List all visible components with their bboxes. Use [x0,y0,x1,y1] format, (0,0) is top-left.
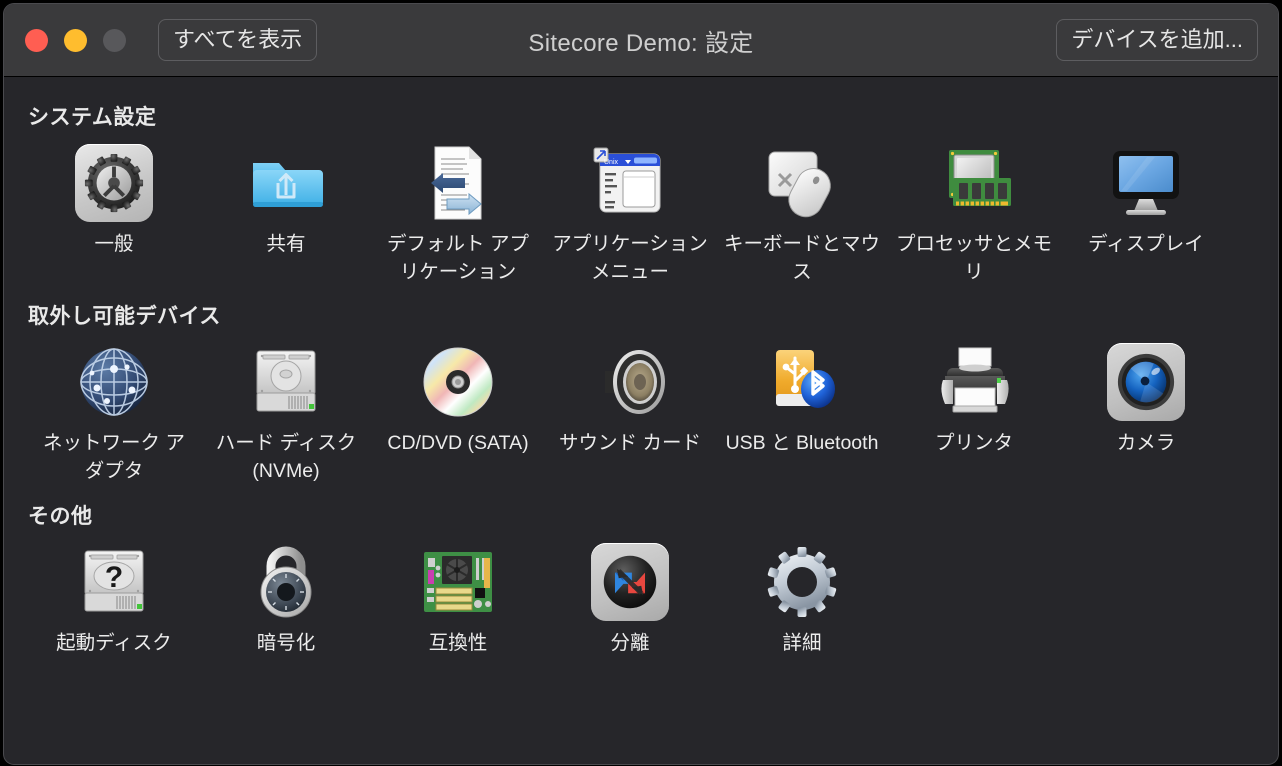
section-title-system-settings: システム設定 [28,106,157,129]
settings-item-default-applications[interactable]: デフォルト アプリケーション [372,143,544,286]
section-title-other: その他 [28,504,93,528]
settings-item-advanced[interactable]: 詳細 [716,542,888,658]
section-system-settings: システム設定 一般 共有 デフォルト アプリケーション Unix アプリケーショ… [28,101,1254,286]
settings-item-label: ハード ディスク (NVMe) [215,432,357,483]
close-button[interactable] [25,28,48,52]
network-adapter-icon [74,342,154,422]
settings-content: システム設定 一般 共有 デフォルト アプリケーション Unix アプリケーショ… [4,77,1278,764]
settings-item-general[interactable]: 一般 [28,143,200,286]
settings-item-usb-bluetooth[interactable]: USB と Bluetooth [716,342,888,485]
isolation-icon [590,542,670,622]
settings-item-sound-card[interactable]: サウンド カード [544,342,716,485]
settings-item-hard-disk[interactable]: ハード ディスク (NVMe) [200,342,372,485]
window-titlebar: すべてを表示 Sitecore Demo: 設定 デバイスを追加... [4,4,1278,77]
settings-item-printer[interactable]: プリンタ [888,342,1060,485]
advanced-gear-icon [762,542,842,622]
settings-item-label: プロセッサとメモリ [895,233,1052,283]
settings-item-label: CD/DVD (SATA) [387,432,529,455]
settings-item-label: デフォルト アプリケーション [387,233,529,283]
settings-item-network-adapter[interactable]: ネットワーク アダプタ [28,342,200,485]
settings-item-label: 詳細 [782,631,822,654]
show-all-button[interactable]: すべてを表示 [158,19,318,61]
settings-item-label: ディスプレイ [1088,233,1204,255]
settings-item-label: キーボードとマウス [723,233,880,283]
settings-item-label: 分離 [610,631,650,654]
settings-item-sharing[interactable]: 共有 [200,143,372,286]
traffic-light-group [25,28,126,52]
settings-item-label: 暗号化 [256,631,316,654]
svg-text:Unix: Unix [604,159,619,166]
settings-item-compatibility[interactable]: 互換性 [372,542,544,658]
settings-item-label: サウンド カード [559,432,701,455]
startup-disk-icon: ? [74,542,154,622]
settings-item-processor-memory[interactable]: プロセッサとメモリ [888,143,1060,286]
keyboard-mouse-icon [762,143,842,223]
settings-item-label: 互換性 [428,631,488,654]
settings-item-camera[interactable]: カメラ [1060,342,1232,485]
settings-item-label: カメラ [1116,432,1176,455]
printer-icon [934,342,1014,422]
settings-item-label: プリンタ [934,432,1013,455]
settings-item-encryption[interactable]: 暗号化 [200,542,372,658]
settings-item-label: 起動ディスク [56,631,172,654]
default-applications-icon [418,143,498,223]
hard-disk-icon [246,342,326,422]
settings-item-keyboard-mouse[interactable]: キーボードとマウス [716,143,888,286]
sound-card-icon [590,342,670,422]
settings-item-isolation[interactable]: 分離 [544,542,716,658]
settings-item-cd-dvd[interactable]: CD/DVD (SATA) [372,342,544,485]
icon-grid-other: ? 起動ディスク 暗号化 互換性 分離 詳細 [28,542,1254,658]
settings-window: すべてを表示 Sitecore Demo: 設定 デバイスを追加... システム… [4,4,1278,764]
add-device-button[interactable]: デバイスを追加... [1056,19,1258,61]
usb-bluetooth-icon [762,342,842,422]
settings-item-label: アプリケーション メニュー [552,233,708,283]
application-menu-icon: Unix [590,143,670,223]
compatibility-board-icon [418,542,498,622]
gear-tile-icon [74,143,154,223]
display-icon [1106,143,1186,223]
encryption-lock-icon [246,542,326,622]
settings-item-startup-disk[interactable]: ? 起動ディスク [28,542,200,658]
shared-folder-icon [246,143,326,223]
settings-item-display[interactable]: ディスプレイ [1060,143,1232,286]
svg-text:?: ? [105,561,123,594]
section-other: その他 ? 起動ディスク 暗号化 互換性 分離 詳細 [28,500,1254,658]
settings-item-label: 共有 [266,233,306,255]
settings-item-application-menu[interactable]: Unix アプリケーション メニュー [544,143,716,286]
icon-grid-system-settings: 一般 共有 デフォルト アプリケーション Unix アプリケーション メニュー … [28,143,1254,286]
settings-item-label: ネットワーク アダプタ [43,432,185,483]
section-removable-devices: 取外し可能デバイス ネットワーク アダプタ ハード ディスク (NVMe) CD… [28,300,1254,485]
processor-memory-icon [934,143,1014,223]
section-title-removable-devices: 取外し可能デバイス [28,305,221,329]
cd-dvd-icon [418,342,498,422]
camera-icon [1106,342,1186,422]
settings-item-label: USB と Bluetooth [725,432,879,455]
minimize-button[interactable] [64,28,87,52]
settings-item-label: 一般 [94,233,134,255]
icon-grid-removable-devices: ネットワーク アダプタ ハード ディスク (NVMe) CD/DVD (SATA… [28,342,1254,485]
zoom-button [103,28,126,52]
